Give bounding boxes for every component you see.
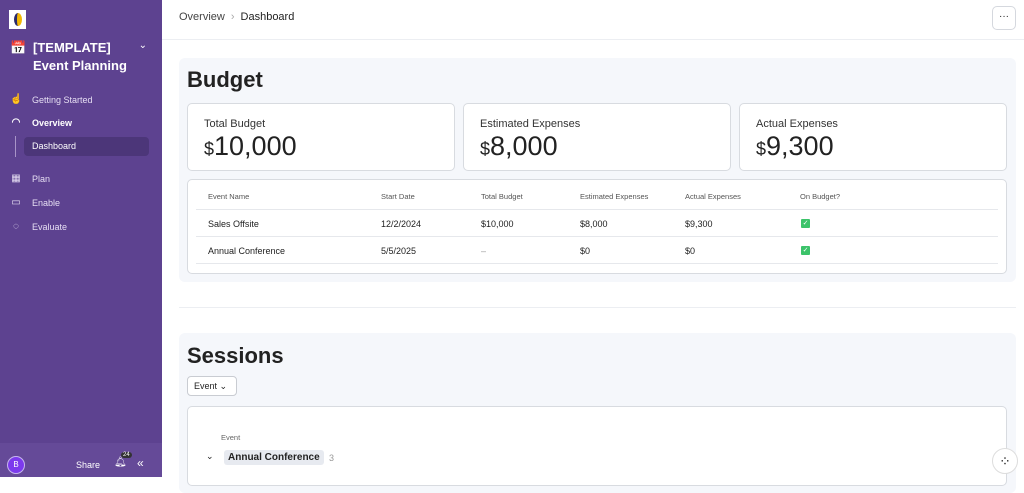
- checkbox-checked-icon[interactable]: ✓: [801, 219, 810, 228]
- loading-spinner-icon: ⁘: [992, 448, 1018, 474]
- more-options-button[interactable]: ···: [992, 6, 1016, 30]
- chevron-down-icon: ⌄: [220, 381, 228, 391]
- amount: 10,000: [214, 131, 297, 161]
- sidebar-item-label: Enable: [32, 198, 60, 208]
- checkbox-checked-icon[interactable]: ✓: [801, 246, 810, 255]
- chevron-down-icon[interactable]: ⌄: [206, 451, 214, 462]
- collapse-sidebar-icon[interactable]: «: [137, 456, 144, 470]
- group-by-dropdown[interactable]: Event ⌄: [187, 376, 237, 396]
- column-header[interactable]: Start Date: [381, 192, 415, 201]
- column-header[interactable]: Total Budget: [481, 192, 523, 201]
- cell-actual-expenses: $9,300: [685, 219, 713, 229]
- share-button[interactable]: Share: [76, 460, 100, 470]
- tree-line: [15, 136, 16, 157]
- estimated-expenses-card: Estimated Expenses$8,000: [463, 103, 731, 171]
- card-value: $8,000: [480, 131, 558, 162]
- table-header: Event Name Start Date Total Budget Estim…: [196, 183, 998, 210]
- table-row[interactable]: Annual Conference 5/5/2025 – $0 $0 ✓: [196, 237, 998, 264]
- dropdown-value: Event: [194, 381, 217, 391]
- workspace-subtitle: Event Planning: [33, 58, 127, 73]
- hand-pointer-icon: ☝: [10, 94, 22, 105]
- sessions-title: Sessions: [187, 343, 284, 369]
- budget-table: Event Name Start Date Total Budget Estim…: [187, 179, 1007, 274]
- cell-actual-expenses: $0: [685, 246, 695, 256]
- breadcrumb-dashboard: Dashboard: [241, 11, 295, 23]
- group-field-label: Event: [221, 433, 240, 442]
- column-header[interactable]: On Budget?: [800, 192, 840, 201]
- card-value: $9,300: [756, 131, 834, 162]
- workspace-title: [TEMPLATE]: [33, 40, 111, 55]
- sidebar-item-label: Evaluate: [32, 222, 67, 232]
- total-budget-card: Total Budget$10,000: [187, 103, 455, 171]
- group-count: 3: [329, 453, 334, 463]
- top-bar: Overview › Dashboard ···: [162, 0, 1024, 40]
- sidebar-item-dashboard[interactable]: Dashboard: [24, 137, 149, 156]
- cell-total-budget: $10,000: [481, 219, 514, 229]
- sidebar-item-getting-started[interactable]: ☝ Getting Started: [10, 94, 93, 105]
- bell-icon[interactable]: 🔔︎: [114, 457, 127, 468]
- budget-panel: Budget Total Budget$10,000 Estimated Exp…: [179, 58, 1016, 282]
- sidebar-item-enable[interactable]: ▭ Enable: [10, 197, 60, 208]
- breadcrumb: Overview › Dashboard: [179, 11, 294, 23]
- card-label: Estimated Expenses: [480, 118, 580, 130]
- cell-start-date: 12/2/2024: [381, 219, 421, 229]
- sidebar-item-label: Getting Started: [32, 95, 93, 105]
- column-header[interactable]: Event Name: [208, 192, 249, 201]
- amount: 8,000: [490, 131, 558, 161]
- currency: $: [480, 139, 490, 159]
- chat-icon: ◌: [10, 221, 22, 232]
- sessions-board: Event ⌄ Annual Conference 3: [187, 406, 1007, 486]
- sidebar-footer: B Share 🔔︎ 24 «: [0, 443, 162, 477]
- card-label: Actual Expenses: [756, 118, 838, 130]
- actual-expenses-card: Actual Expenses$9,300: [739, 103, 1007, 171]
- card-label: Total Budget: [204, 118, 265, 130]
- cell-event-name: Sales Offsite: [208, 219, 259, 229]
- chevron-right-icon: ›: [231, 11, 235, 23]
- gauge-icon: ◠: [10, 117, 22, 128]
- amount: 9,300: [766, 131, 834, 161]
- currency: $: [204, 139, 214, 159]
- currency: $: [756, 139, 766, 159]
- section-divider: [179, 307, 1016, 308]
- budget-title: Budget: [187, 67, 263, 93]
- chevron-down-icon[interactable]: ⌄: [139, 40, 147, 51]
- column-header[interactable]: Actual Expenses: [685, 192, 741, 201]
- breadcrumb-overview[interactable]: Overview: [179, 11, 225, 23]
- cell-estimated-expenses: $0: [580, 246, 590, 256]
- avatar[interactable]: B: [7, 456, 25, 474]
- sidebar-item-plan[interactable]: ▦ Plan: [10, 173, 50, 184]
- card-value: $10,000: [204, 131, 297, 162]
- cell-estimated-expenses: $8,000: [580, 219, 608, 229]
- group-name: Annual Conference: [224, 450, 324, 465]
- cell-total-budget: –: [481, 246, 486, 256]
- calendar-icon: 📅: [10, 40, 26, 56]
- cell-start-date: 5/5/2025: [381, 246, 416, 256]
- sidebar-item-label: Plan: [32, 174, 50, 184]
- sessions-panel: Sessions Event ⌄ Event ⌄ Annual Conferen…: [179, 333, 1016, 493]
- notification-badge: 24: [121, 452, 132, 458]
- app-logo[interactable]: [9, 10, 26, 29]
- sidebar-item-overview[interactable]: ◠ Overview: [10, 117, 72, 128]
- sidebar: 📅 [TEMPLATE] Event Planning ⌄ ☝ Getting S…: [0, 0, 162, 477]
- sidebar-item-label: Overview: [32, 118, 72, 128]
- book-icon: ▭: [10, 197, 22, 208]
- sidebar-item-evaluate[interactable]: ◌ Evaluate: [10, 221, 67, 232]
- cell-event-name: Annual Conference: [208, 246, 285, 256]
- calendar-icon: ▦: [10, 173, 22, 184]
- table-row[interactable]: Sales Offsite 12/2/2024 $10,000 $8,000 $…: [196, 210, 998, 237]
- column-header[interactable]: Estimated Expenses: [580, 192, 648, 201]
